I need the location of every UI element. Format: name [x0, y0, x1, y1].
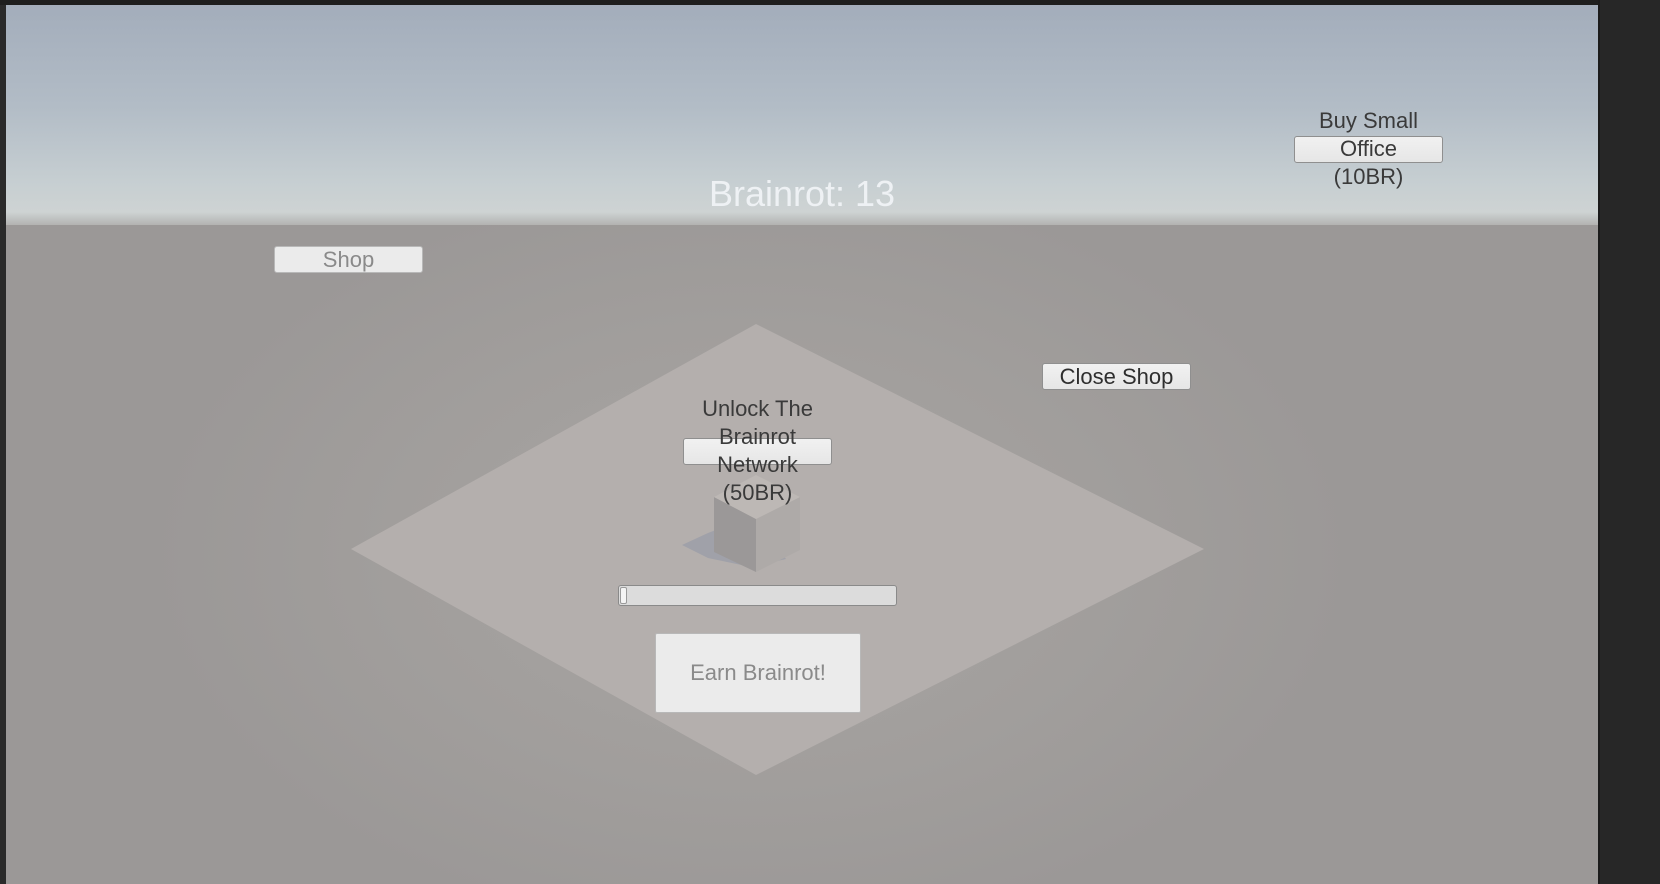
- shop-button-label: Shop: [322, 247, 375, 272]
- brainrot-counter: Brainrot: 13: [708, 173, 896, 214]
- unlock-network-button[interactable]: [683, 438, 832, 465]
- close-shop-label: Close Shop: [1059, 364, 1174, 389]
- panel-divider: [1598, 0, 1600, 884]
- progress-bar: [618, 585, 897, 606]
- close-shop-button[interactable]: Close Shop: [1042, 363, 1191, 390]
- progress-bar-fill: [620, 587, 627, 604]
- editor-side-panel: [1598, 0, 1660, 884]
- earn-brainrot-button[interactable]: Earn Brainrot!: [655, 633, 861, 713]
- game-viewport[interactable]: Brainrot: 13 Shop Close Shop Buy Small O…: [6, 5, 1598, 884]
- earn-brainrot-label: Earn Brainrot!: [690, 660, 826, 685]
- buy-small-office-button[interactable]: [1294, 136, 1443, 163]
- shop-button[interactable]: Shop: [274, 246, 423, 273]
